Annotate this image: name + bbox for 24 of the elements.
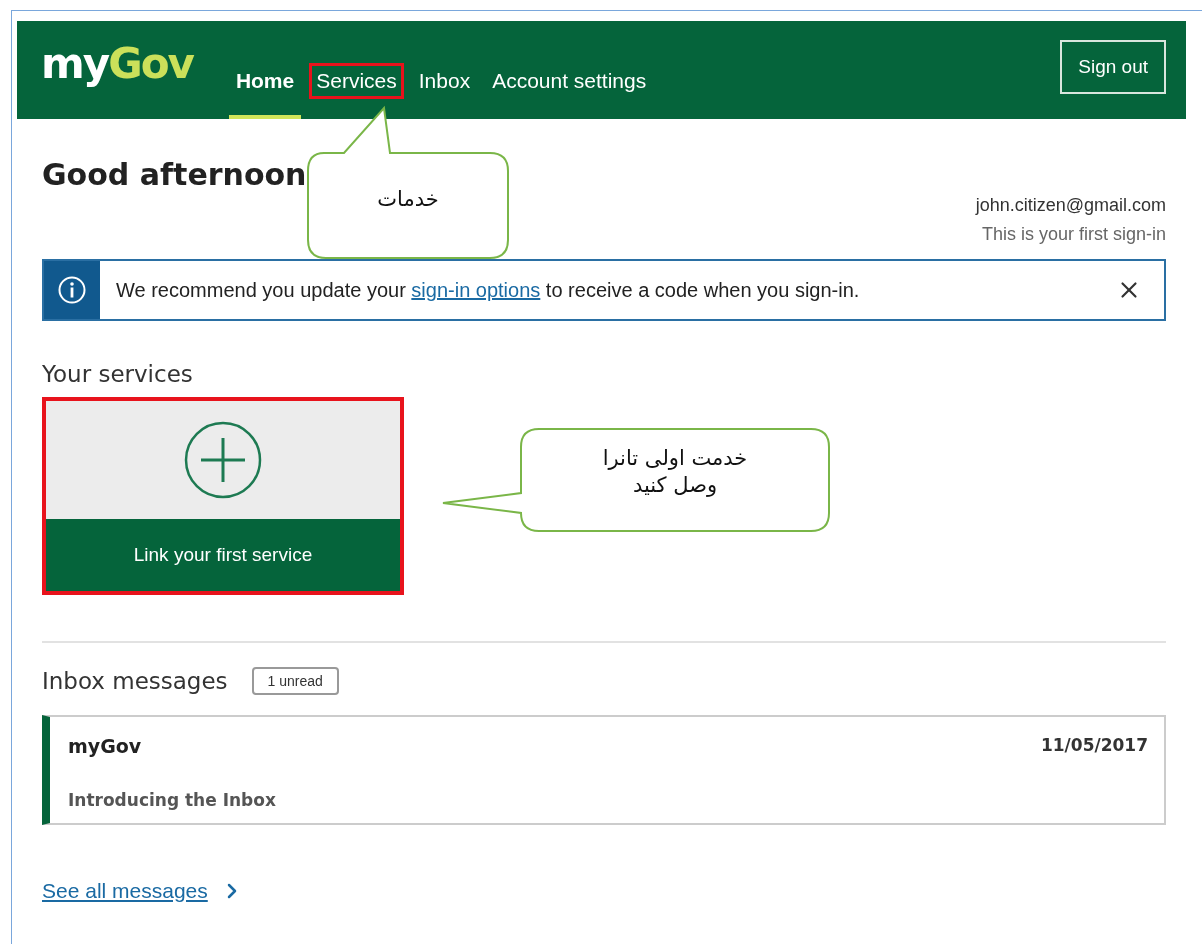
alert-message: We recommend you update your sign-in options to receive a code when you sign-in.: [115, 278, 861, 302]
message-card[interactable]: myGov 11/05/2017 Introducing the Inbox: [42, 715, 1166, 825]
nav-tab[interactable]: Account settings: [485, 63, 654, 99]
mygov-logo[interactable]: myGov: [41, 21, 193, 91]
info-icon: [58, 276, 86, 304]
callout-text: خدمات: [376, 186, 440, 213]
message-date: 11/05/2017: [1040, 735, 1148, 757]
message-subject: Introducing the Inbox: [68, 790, 277, 812]
nav-tab[interactable]: Services: [309, 63, 404, 99]
nav-tab[interactable]: Inbox: [411, 63, 478, 99]
greeting-heading: Good afternoon: [42, 157, 307, 192]
link-service-tile[interactable]: Link your first service: [42, 397, 404, 595]
sign-in-note: This is your first sign-in: [981, 224, 1166, 245]
sign-in-options-link[interactable]: sign-in options: [411, 278, 541, 301]
account-email: john.citizen@gmail.com: [975, 195, 1166, 216]
message-sender: myGov: [68, 735, 143, 759]
see-all-messages-link[interactable]: See all messages: [42, 879, 244, 903]
nav-tab[interactable]: Home: [228, 63, 302, 99]
unread-count: 1 unread: [251, 667, 339, 695]
inbox-heading: Inbox messages: [42, 668, 228, 694]
plus-circle-icon: [184, 421, 262, 499]
services-heading: Your services: [42, 361, 194, 387]
callout-text: خدمت اولی تانرا وصل کنید: [601, 445, 749, 500]
sign-out-button[interactable]: Sign out: [1060, 40, 1166, 94]
